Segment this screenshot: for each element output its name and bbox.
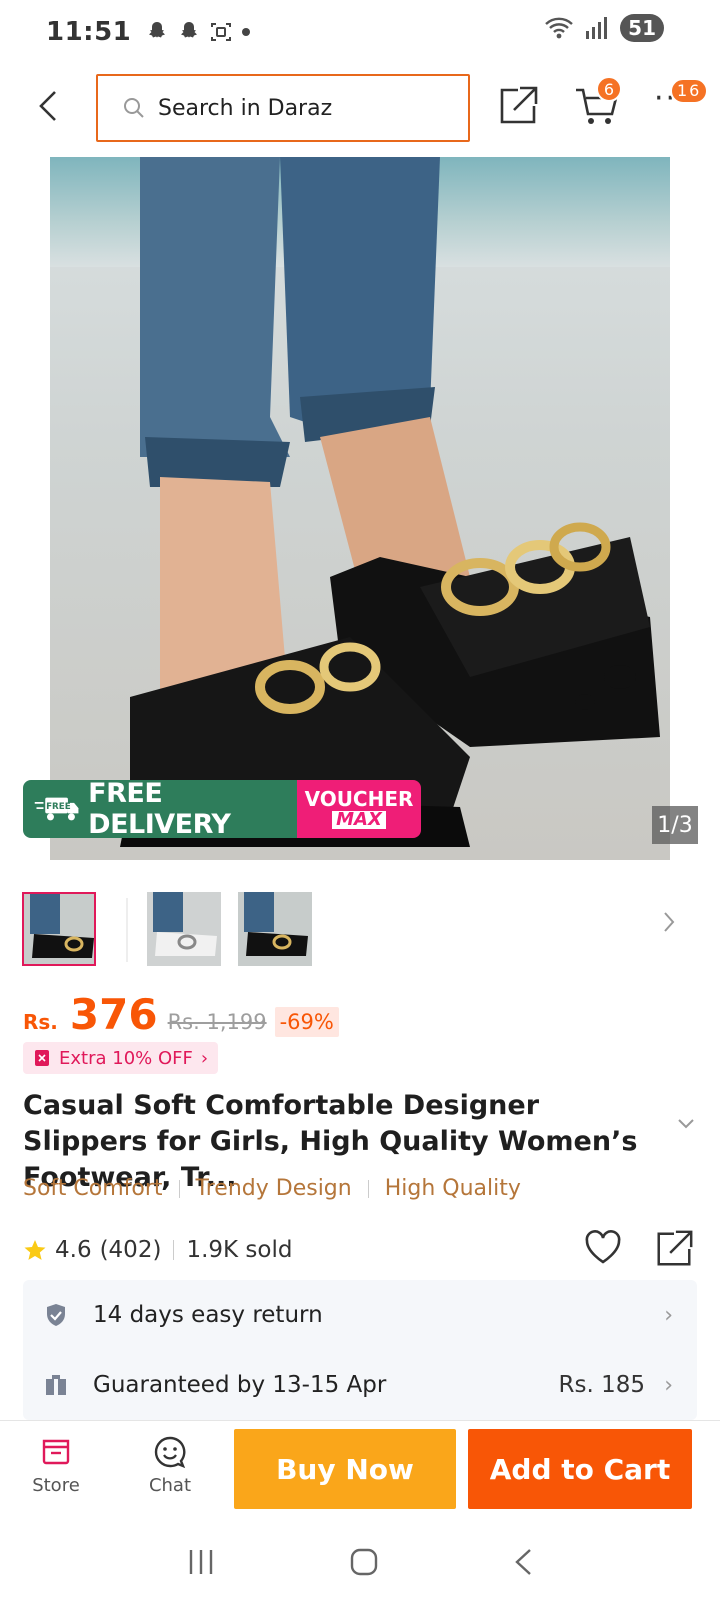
search-placeholder: Search in Daraz xyxy=(158,95,333,121)
extra-off-voucher[interactable]: Extra 10% OFF › xyxy=(23,1042,219,1074)
tag-separator xyxy=(367,1179,369,1198)
original-price: Rs. 1,199 xyxy=(167,1010,267,1034)
free-delivery-label: FREE DELIVERY xyxy=(88,780,231,838)
system-icons: 51 xyxy=(544,14,664,42)
extra-off-label: Extra 10% OFF xyxy=(59,1047,193,1069)
voucher-label: VOUCHER xyxy=(304,787,414,811)
chevron-down-icon xyxy=(678,1119,694,1129)
free-delivery-badge: FREE FREE DELIVERY xyxy=(23,780,297,838)
cart-button[interactable]: 6 xyxy=(574,76,622,128)
chevron-right-icon: › xyxy=(664,1302,673,1328)
voucher-icon xyxy=(35,1050,49,1066)
share-product-button[interactable] xyxy=(653,1228,697,1272)
store-icon xyxy=(42,1439,70,1465)
thumbnail-next-button[interactable] xyxy=(662,910,690,950)
thumbnail-2[interactable] xyxy=(147,892,221,966)
thumbnail-strip xyxy=(22,892,702,968)
status-time: 11:51 xyxy=(46,17,132,47)
wishlist-button[interactable] xyxy=(583,1228,627,1272)
signal-icon xyxy=(586,17,608,39)
heart-icon xyxy=(585,1230,621,1264)
tag-trendy-design: Trendy Design xyxy=(195,1176,352,1201)
package-icon xyxy=(46,1375,66,1395)
product-tags: Soft Comfort Trendy Design High Quality xyxy=(23,1176,521,1201)
snapchat-icon xyxy=(181,22,198,38)
free-small-label: FREE xyxy=(46,802,71,812)
back-button[interactable] xyxy=(30,84,66,128)
search-icon xyxy=(124,98,144,118)
delivery-label: Guaranteed by 13-15 Apr xyxy=(93,1372,387,1398)
thumbnail-3[interactable] xyxy=(238,892,312,966)
chevron-right-icon: › xyxy=(200,1047,209,1069)
header: Search in Daraz 6 ··· 16 xyxy=(0,66,720,146)
notification-icons xyxy=(145,20,251,44)
service-info: 14 days easy return › Guaranteed by 13-1… xyxy=(23,1280,697,1420)
price-row: Rs. 376 Rs. 1,199 -69% xyxy=(23,990,339,1040)
system-navigation-bar xyxy=(0,1524,720,1600)
store-button[interactable]: Store xyxy=(16,1435,96,1496)
product-image[interactable] xyxy=(50,157,670,860)
add-to-cart-button[interactable]: Add to Cart xyxy=(468,1429,692,1509)
currency-label: Rs. xyxy=(23,1010,58,1034)
tag-soft-comfort: Soft Comfort xyxy=(23,1176,163,1201)
back-arrow-icon xyxy=(39,91,56,121)
dot-icon xyxy=(242,28,251,36)
snapchat-icon xyxy=(149,22,166,38)
status-bar: 11:51 51 xyxy=(0,0,720,64)
chat-label: Chat xyxy=(148,1475,192,1496)
battery-level: 51 xyxy=(628,16,656,40)
more-button[interactable]: ··· 16 xyxy=(654,78,709,128)
delivery-truck-icon: FREE xyxy=(34,797,79,821)
sold-count: 1.9K sold xyxy=(186,1237,293,1263)
discount-badge: -69% xyxy=(274,1007,339,1037)
thumbnail-1[interactable] xyxy=(22,892,96,966)
store-label: Store xyxy=(32,1475,80,1496)
rating-value: 4.6 xyxy=(55,1237,92,1263)
chevron-right-icon xyxy=(664,912,675,932)
tag-high-quality: High Quality xyxy=(384,1176,521,1201)
return-policy-label: 14 days easy return xyxy=(93,1302,323,1328)
thumbnail-image xyxy=(147,892,221,966)
product-photo xyxy=(120,157,660,847)
tag-separator xyxy=(178,1179,180,1198)
more-badge: 16 xyxy=(670,78,709,104)
rating-separator xyxy=(173,1240,175,1260)
return-policy-row[interactable]: 14 days easy return › xyxy=(23,1280,697,1350)
search-input[interactable]: Search in Daraz xyxy=(96,74,470,142)
battery-indicator: 51 xyxy=(620,14,664,42)
rating-row[interactable]: 4.6 (402) 1.9K sold xyxy=(23,1228,703,1272)
review-count: (402) xyxy=(99,1237,162,1263)
thumbnail-divider xyxy=(126,898,128,962)
share-icon xyxy=(500,86,538,124)
share-button[interactable] xyxy=(496,84,540,128)
voucher-max-label: MAX xyxy=(332,811,386,829)
share-icon xyxy=(657,1230,693,1266)
chat-icon xyxy=(154,1436,186,1469)
thumbnail-image xyxy=(24,894,94,964)
chat-button[interactable]: Chat xyxy=(130,1435,210,1496)
voucher-max-badge: VOUCHER MAX xyxy=(297,780,421,838)
image-counter: 1/3 xyxy=(652,806,698,844)
promo-banner: FREE FREE DELIVERY VOUCHER MAX xyxy=(23,780,421,838)
thumbnail-image xyxy=(238,892,312,966)
current-price: 376 xyxy=(69,990,158,1039)
expand-title-button[interactable] xyxy=(676,1115,700,1135)
recent-apps-icon[interactable] xyxy=(186,1548,216,1576)
chevron-right-icon: › xyxy=(664,1372,673,1398)
shield-check-icon xyxy=(47,1304,65,1326)
home-icon[interactable] xyxy=(349,1547,379,1577)
wifi-icon xyxy=(545,17,573,39)
bottom-action-bar: Store Chat Buy Now Add to Cart xyxy=(0,1420,720,1524)
star-icon xyxy=(24,1240,46,1260)
delivery-fee: Rs. 185 xyxy=(558,1372,646,1398)
buy-now-button[interactable]: Buy Now xyxy=(234,1429,456,1509)
cart-badge: 6 xyxy=(596,76,622,102)
delivery-row[interactable]: Guaranteed by 13-15 Apr Rs. 185 › xyxy=(23,1350,697,1420)
back-icon[interactable] xyxy=(512,1547,534,1577)
screenshot-icon xyxy=(211,23,232,41)
